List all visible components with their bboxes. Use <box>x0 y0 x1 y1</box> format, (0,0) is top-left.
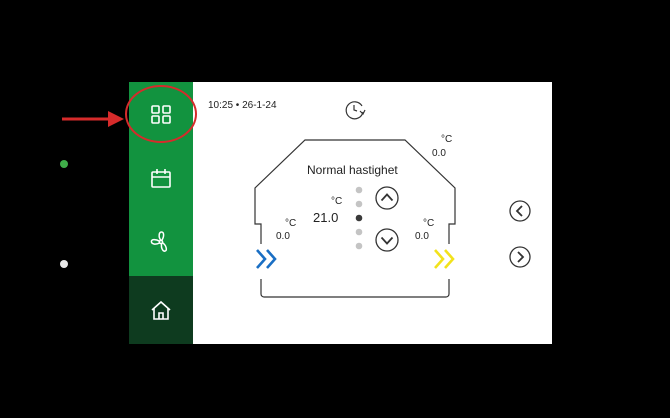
fan-speed-up-button[interactable] <box>375 186 399 210</box>
fan-icon <box>150 231 168 252</box>
sidebar <box>125 82 197 344</box>
indoor-unit: °C <box>331 196 343 207</box>
sidebar-item-fan[interactable] <box>129 210 193 274</box>
fan-speed-down-button[interactable] <box>375 228 399 252</box>
supply-unit: °C <box>285 218 297 229</box>
home-icon <box>151 300 171 320</box>
status-led-white <box>60 260 68 268</box>
outdoor-unit: °C <box>441 134 453 145</box>
fan-level-indicator <box>355 186 363 250</box>
indoor-value: 21.0 <box>313 210 339 225</box>
pointer-arrow-icon <box>62 111 124 127</box>
display-screen: 10:25 • 26-1-24 °C 0.0 Normal hastighet … <box>125 82 552 344</box>
air-out-arrow-icon <box>434 249 455 269</box>
sidebar-item-schedule[interactable] <box>129 146 193 210</box>
sidebar-item-dashboard[interactable] <box>125 82 197 146</box>
datetime-label: 10:25 • 26-1-24 <box>208 100 277 111</box>
status-led-green <box>60 160 68 168</box>
mode-title: Normal hastighet <box>307 163 398 177</box>
extract-value: 0.0 <box>415 231 429 242</box>
supply-value: 0.0 <box>276 231 290 242</box>
history-clock-icon[interactable] <box>343 98 367 122</box>
previous-page-button[interactable] <box>509 200 531 222</box>
main-panel: 10:25 • 26-1-24 °C 0.0 Normal hastighet … <box>193 82 552 344</box>
outdoor-value: 0.0 <box>432 148 446 159</box>
calendar-icon <box>151 169 171 188</box>
extract-unit: °C <box>423 218 435 229</box>
sidebar-item-home[interactable] <box>129 276 193 344</box>
next-page-button[interactable] <box>509 246 531 268</box>
grid-icon <box>151 105 171 124</box>
air-in-arrow-icon <box>256 249 277 269</box>
